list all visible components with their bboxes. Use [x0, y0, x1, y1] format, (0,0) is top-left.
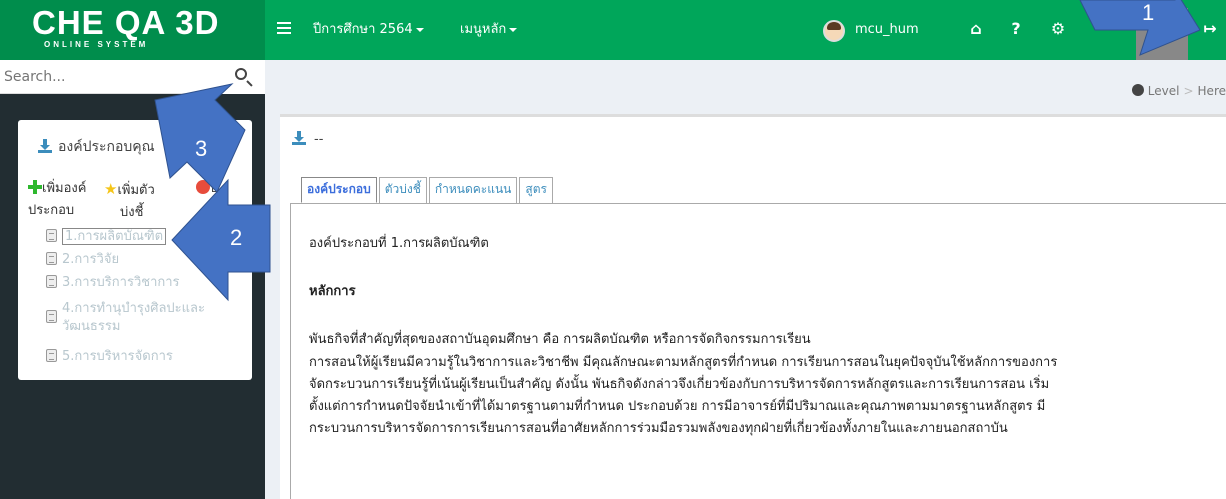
- annotation-overlay: 1 2 3: [154, 0, 1201, 302]
- annotation-arrow-1: [1079, 0, 1201, 56]
- annotation-arrow-2: [171, 178, 271, 302]
- annotation-label-3: 3: [195, 136, 207, 161]
- annotation-label-1: 1: [1142, 0, 1154, 25]
- annotation-label-2: 2: [230, 225, 242, 250]
